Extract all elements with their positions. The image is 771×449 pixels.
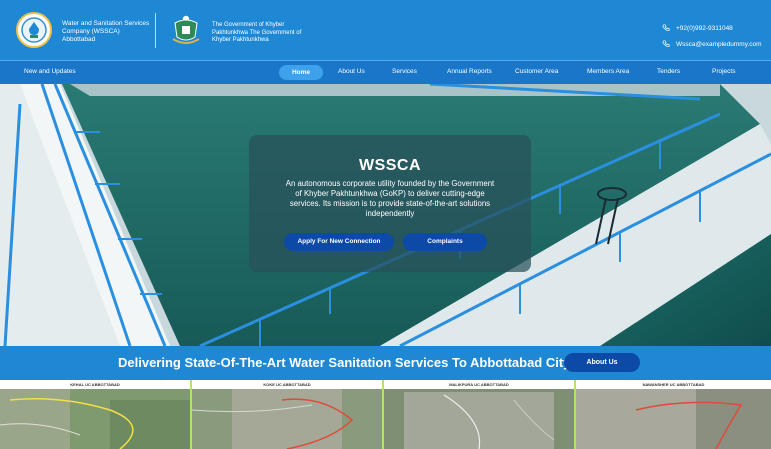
nav-item-home[interactable]: Home bbox=[279, 65, 323, 80]
malikpura-map-image bbox=[384, 380, 574, 449]
nav-item-customer-area[interactable]: Customer Area bbox=[515, 68, 558, 75]
hero-card: WSSCA An autonomous corporate utility fo… bbox=[249, 135, 531, 272]
hero-section: WSSCA An autonomous corporate utility fo… bbox=[0, 84, 771, 346]
uc-maps-strip: KEHAL UC ABBOTTABAD KOKE UC ABBOTTABAD M… bbox=[0, 380, 771, 449]
map-tile-nawansher[interactable]: NAWANSHER UC ABBOTTABAD bbox=[576, 380, 771, 449]
email-address: Wssca@exampledummy.com bbox=[676, 40, 762, 48]
wssca-logo[interactable] bbox=[16, 12, 52, 48]
nav-item-tenders[interactable]: Tenders bbox=[657, 68, 680, 75]
apply-new-connection-button[interactable]: Apply For New Connection bbox=[284, 233, 394, 251]
map-title: KOKE UC ABBOTTABAD bbox=[192, 380, 382, 389]
map-title: MALIKPURA UC ABBOTTABAD bbox=[384, 380, 574, 389]
about-us-button[interactable]: About Us bbox=[564, 353, 640, 372]
map-tile-koke[interactable]: KOKE UC ABBOTTABAD bbox=[192, 380, 384, 449]
phone-number: +92(0)992-9311048 bbox=[676, 24, 733, 32]
nav-item-services[interactable]: Services bbox=[392, 68, 417, 75]
site-header: Water and Sanitation Services Company (W… bbox=[0, 0, 771, 60]
contact-phone[interactable]: +92(0)992-9311048 bbox=[662, 24, 733, 32]
map-tile-malikpura[interactable]: MALIKPURA UC ABBOTTABAD bbox=[384, 380, 576, 449]
map-title: KEHAL UC ABBOTTABAD bbox=[0, 380, 190, 389]
header-divider bbox=[155, 13, 156, 48]
main-navigation: New and Updates Home About Us Services A… bbox=[0, 60, 771, 84]
kehal-map-image bbox=[0, 380, 190, 449]
kp-government-logo bbox=[169, 13, 203, 49]
map-title: NAWANSHER UC ABBOTTABAD bbox=[576, 380, 771, 389]
banner-headline: Delivering State-Of-The-Art Water Sanita… bbox=[118, 355, 571, 370]
complaints-button[interactable]: Complaints bbox=[403, 233, 487, 251]
nawansher-map-image bbox=[576, 380, 771, 449]
koke-map-image bbox=[192, 380, 382, 449]
hero-description: An autonomous corporate utility founded … bbox=[285, 179, 495, 218]
wssca-logo-icon bbox=[21, 17, 47, 43]
nav-item-annual-reports[interactable]: Annual Reports bbox=[447, 68, 492, 75]
phone-icon bbox=[662, 24, 670, 31]
kp-emblem-icon bbox=[172, 15, 200, 44]
organization-name: Water and Sanitation Services Company (W… bbox=[62, 20, 150, 43]
contact-email[interactable]: Wssca@exampledummy.com bbox=[662, 40, 762, 48]
mission-banner: Delivering State-Of-The-Art Water Sanita… bbox=[0, 346, 771, 380]
news-and-updates-link[interactable]: New and Updates bbox=[24, 68, 76, 75]
nav-item-about-us[interactable]: About Us bbox=[338, 68, 365, 75]
nav-item-projects[interactable]: Projects bbox=[712, 68, 735, 75]
hero-title: WSSCA bbox=[358, 157, 422, 174]
nav-item-members-area[interactable]: Members Area bbox=[587, 68, 629, 75]
government-name: The Government of Khyber Pakhtunkhwa The… bbox=[212, 22, 302, 43]
map-tile-kehal[interactable]: KEHAL UC ABBOTTABAD bbox=[0, 380, 192, 449]
email-icon bbox=[662, 40, 670, 47]
